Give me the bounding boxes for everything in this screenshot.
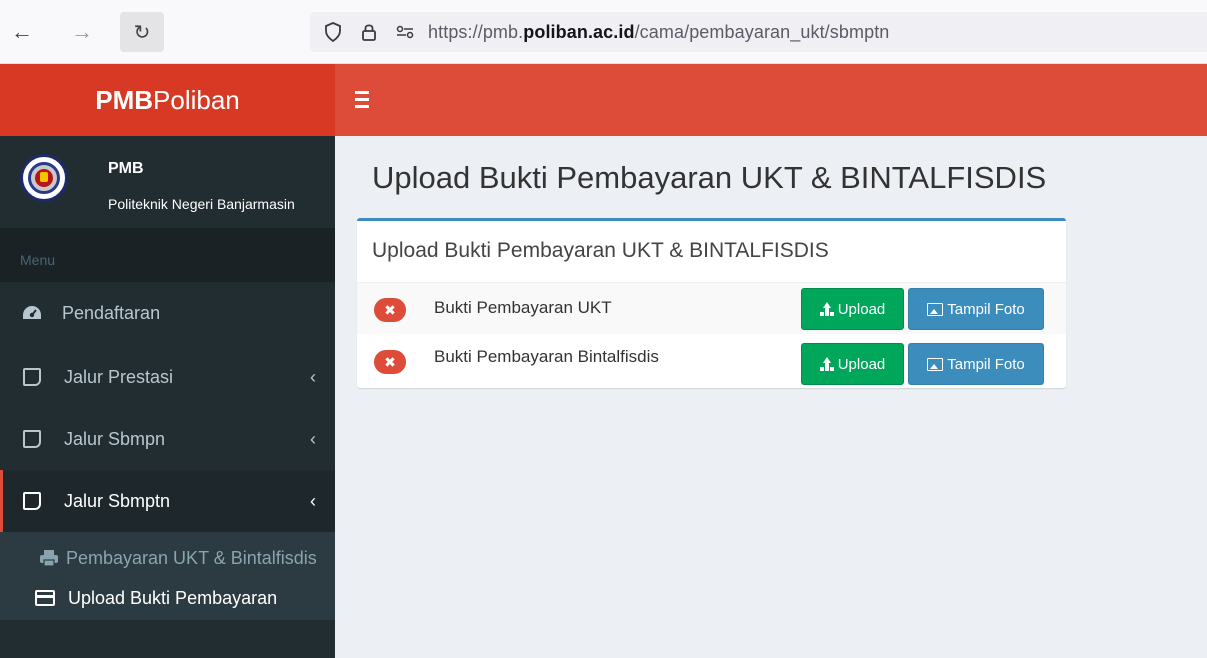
sidebar-item-label: Jalur Sbmptn [64,490,171,511]
view-photo-button-label: Tampil Foto [947,355,1025,373]
image-icon [927,302,944,316]
close-icon: ✖ [374,350,406,374]
treeview-submenu: Pembayaran UKT & Bintalfisdis Upload Buk… [0,532,335,620]
permissions-icon[interactable] [392,19,418,45]
address-bar[interactable]: https://pmb.poliban.ac.id/cama/pembayara… [310,12,1207,52]
square-icon [22,367,42,387]
sidebar: PMB Politeknik Negeri Banjarmasin Menu P… [0,136,335,658]
print-icon [38,548,60,568]
upload-box: Upload Bukti Pembayaran UKT & BINTALFISD… [357,218,1066,388]
table-row: ✖ Bukti Pembayaran Bintalfisdis Upload T… [357,337,1066,388]
user-panel: PMB Politeknik Negeri Banjarmasin [0,136,335,228]
reload-button[interactable]: ↻ [120,12,164,52]
sidebar-item-jalur-prestasi[interactable]: Jalur Prestasi ‹ [0,346,335,408]
url-domain: poliban.ac.id [523,21,635,42]
credit-card-icon [34,588,56,608]
user-subtitle: Politeknik Negeri Banjarmasin [108,196,295,212]
row-label: Bukti Pembayaran Bintalfisdis [434,347,659,366]
sidebar-subitem-label: Upload Bukti Pembayaran [68,587,278,608]
upload-icon [820,302,834,316]
upload-button-label: Upload [837,355,886,373]
sidebar-toggle-icon[interactable] [355,86,377,112]
upload-button[interactable]: Upload [801,288,904,330]
avatar [20,154,68,202]
sidebar-subitem-label: Pembayaran UKT & Bintalfisdis [66,547,317,568]
browser-toolbar: ← → ↻ https://pmb.poliban.ac.id/cama/pem… [0,0,1207,64]
image-icon [927,357,944,371]
logo-bold: PMB [95,84,154,115]
table-row: ✖ Bukti Pembayaran UKT Upload Tampil Fot… [357,283,1066,334]
forward-button[interactable]: → [60,12,104,52]
shield-icon[interactable] [320,19,346,45]
lock-icon[interactable] [356,19,382,45]
square-icon [22,491,42,511]
chevron-left-icon: ‹ [310,428,316,449]
sidebar-item-jalur-sbmptn[interactable]: Jalur Sbmptn ‹ [0,470,335,532]
sidebar-item-label: Jalur Sbmpn [64,428,166,449]
view-photo-button[interactable]: Tampil Foto [908,288,1044,330]
menu-header: Menu [0,228,335,282]
square-icon [22,429,42,449]
url-path: /cama/pembayaran_ukt/sbmptn [634,21,890,42]
box-title: Upload Bukti Pembayaran UKT & BINTALFISD… [372,239,829,262]
row-label: Bukti Pembayaran UKT [434,298,612,317]
arrow-right-icon: → [71,19,93,44]
user-name: PMB [108,160,144,177]
upload-button[interactable]: Upload [801,343,904,385]
url-text[interactable]: https://pmb.poliban.ac.id/cama/pembayara… [428,22,889,43]
page-title: Upload Bukti Pembayaran UKT & BINTALFISD… [372,160,1047,195]
sidebar-item-jalur-sbmpn[interactable]: Jalur Sbmpn ‹ [0,408,335,470]
url-prefix: https://pmb. [428,21,524,42]
reload-icon: ↻ [133,21,151,44]
sidebar-subitem-pembayaran[interactable]: Pembayaran UKT & Bintalfisdis [0,538,335,578]
dashboard-icon [22,303,42,323]
close-icon: ✖ [374,298,406,322]
sidebar-item-label: Jalur Prestasi [64,366,174,387]
app-logo[interactable]: PMB Poliban [0,64,335,136]
arrow-left-icon: ← [11,19,33,44]
logo-light: Poliban [153,84,240,115]
upload-button-label: Upload [837,300,886,318]
view-photo-button-label: Tampil Foto [947,300,1025,318]
upload-icon [820,357,834,371]
view-photo-button[interactable]: Tampil Foto [908,343,1044,385]
sidebar-item-pendaftaran[interactable]: Pendaftaran [0,282,335,344]
sidebar-subitem-upload-bukti[interactable]: Upload Bukti Pembayaran [0,578,335,618]
top-navbar [335,64,1207,136]
chevron-left-icon: ‹ [310,366,316,387]
sidebar-item-label: Pendaftaran [62,302,161,323]
back-button[interactable]: ← [0,12,44,52]
chevron-left-icon: ‹ [310,490,316,511]
